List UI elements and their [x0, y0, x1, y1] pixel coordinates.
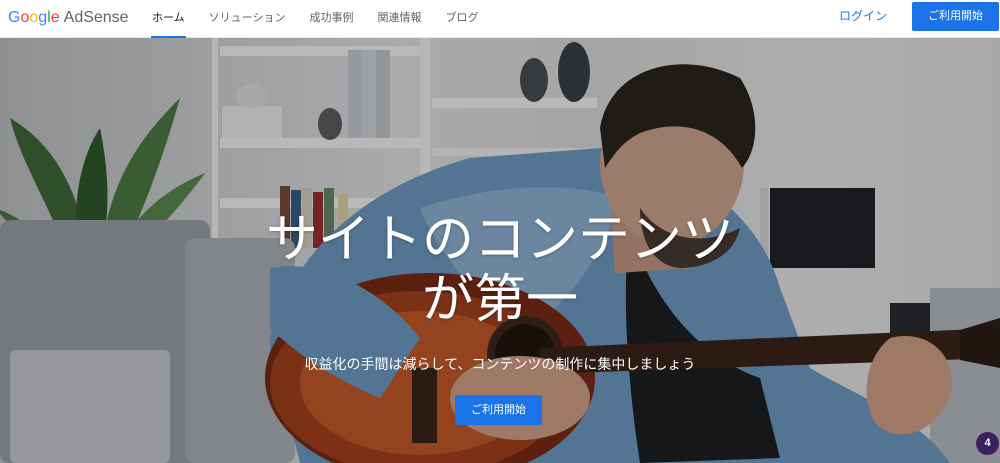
login-link[interactable]: ログイン [830, 6, 896, 26]
main-nav: ホーム ソリューション 成功事例 関連情報 ブログ [140, 0, 490, 38]
nav-item-home[interactable]: ホーム [140, 0, 197, 38]
nav-item-blog[interactable]: ブログ [433, 0, 490, 38]
hero-start-button[interactable]: ご利用開始 [455, 395, 542, 425]
hero-title: サイトのコンテンツ が第一 [200, 210, 800, 330]
logo-letter: g [38, 9, 48, 26]
google-adsense-logo[interactable]: Google AdSense [8, 9, 129, 27]
hero-section: サイトのコンテンツ が第一 収益化の手間は減らして、コンテンツの制作に集中しまし… [0, 38, 1000, 463]
hero-title-line: が第一 [421, 271, 578, 329]
start-button[interactable]: ご利用開始 [912, 2, 999, 31]
logo-letter: o [29, 9, 39, 26]
nav-item-success-stories[interactable]: 成功事例 [297, 0, 365, 38]
site-header: Google AdSense ホーム ソリューション 成功事例 関連情報 ブログ … [0, 0, 1000, 38]
logo-letter: e [50, 9, 60, 26]
notification-badge[interactable]: 4 [976, 432, 999, 455]
hero-subtitle: 収益化の手間は減らして、コンテンツの制作に集中しましょう [304, 356, 696, 372]
hero-title-line: サイトのコンテンツ [265, 211, 734, 269]
nav-item-solutions[interactable]: ソリューション [197, 0, 298, 38]
nav-item-resources[interactable]: 関連情報 [365, 0, 433, 38]
logo-letter: G [8, 9, 21, 26]
logo-product-name: AdSense [63, 9, 129, 26]
